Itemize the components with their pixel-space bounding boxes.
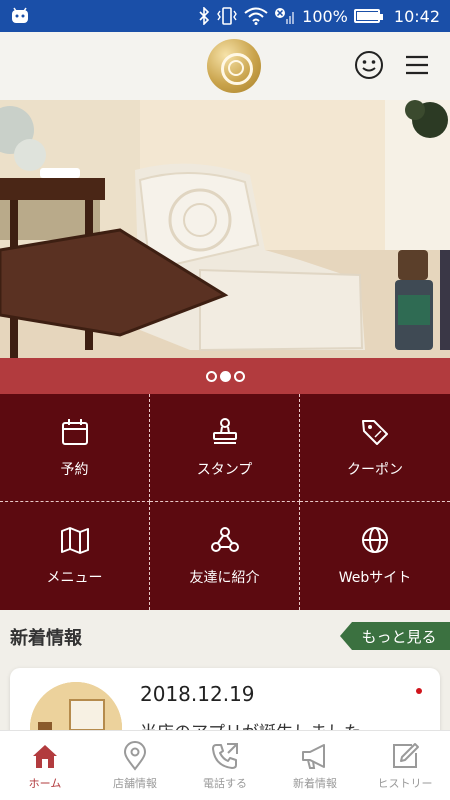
status-bar: 100% 10:42 [0, 0, 450, 32]
phone-icon [212, 742, 238, 769]
vibrate-icon [217, 7, 237, 25]
hero-carousel-image[interactable] [0, 100, 450, 358]
map-icon [60, 527, 89, 554]
nav-news-label: 新着情報 [293, 776, 337, 790]
home-icon [33, 744, 57, 768]
hamburger-menu-icon[interactable] [404, 52, 430, 78]
carousel-dot[interactable] [219, 370, 231, 382]
reservation-label: 予約 [60, 461, 89, 478]
unread-dot [416, 688, 422, 694]
website-label: Webサイト [338, 570, 412, 586]
stamp-button[interactable]: スタンプ [150, 394, 300, 502]
no-signal-icon [275, 8, 295, 24]
rose-logo[interactable] [207, 39, 261, 93]
menu-grid: 予約 スタンプ クーポン メニュー 友達に紹介 Webサイト [0, 394, 450, 610]
website-button[interactable]: Webサイト [300, 502, 450, 610]
edit-icon [393, 742, 419, 768]
nav-store-info[interactable]: 店舗情報 [90, 731, 180, 800]
bottom-navigation: ホーム 店舗情報 電話する 新着情報 ヒストリー [0, 730, 450, 800]
refer-friend-label: 友達に紹介 [189, 570, 260, 586]
clock: 10:42 [393, 6, 440, 26]
nav-news[interactable]: 新着情報 [270, 731, 360, 800]
battery-icon [353, 9, 383, 23]
news-section-title: 新着情報 [10, 628, 82, 649]
megaphone-icon [302, 743, 325, 769]
news-section-header: 新着情報 もっと見る [0, 610, 450, 662]
battery-fill [356, 12, 379, 20]
menu-label: メニュー [46, 570, 103, 586]
nav-call[interactable]: 電話する [180, 731, 270, 800]
location-pin-icon [123, 740, 147, 771]
carousel-indicator [0, 358, 450, 394]
smiley-icon[interactable] [354, 50, 384, 80]
coupon-button[interactable]: クーポン [300, 394, 450, 502]
see-more-button[interactable]: もっと見る [340, 622, 450, 650]
nav-history[interactable]: ヒストリー [360, 731, 450, 800]
menu-list-button[interactable]: メニュー [0, 502, 150, 610]
battery-percent: 100% [302, 6, 348, 26]
wifi-icon [244, 7, 268, 25]
hero-photo [0, 100, 450, 358]
nav-history-label: ヒストリー [377, 776, 433, 790]
bluetooth-icon [199, 7, 210, 25]
stamp-icon [212, 417, 237, 444]
carousel-dot[interactable] [205, 370, 217, 382]
share-icon [210, 527, 239, 552]
see-more-label: もっと見る [361, 627, 437, 646]
carousel-dot[interactable] [233, 370, 245, 382]
nav-store-info-label: 店舗情報 [113, 776, 157, 790]
refer-friend-button[interactable]: 友達に紹介 [150, 502, 300, 610]
app-header [0, 32, 450, 100]
nav-home-label: ホーム [28, 776, 62, 790]
stamp-label: スタンプ [196, 461, 253, 478]
reservation-button[interactable]: 予約 [0, 394, 150, 502]
globe-icon [362, 527, 388, 553]
news-date: 2018.12.19 [140, 682, 255, 706]
calendar-icon [61, 418, 88, 445]
tag-icon [362, 419, 388, 445]
android-notification-icon [12, 7, 28, 23]
coupon-label: クーポン [347, 461, 403, 478]
nav-home[interactable]: ホーム [0, 731, 90, 800]
nav-call-label: 電話する [203, 776, 247, 790]
